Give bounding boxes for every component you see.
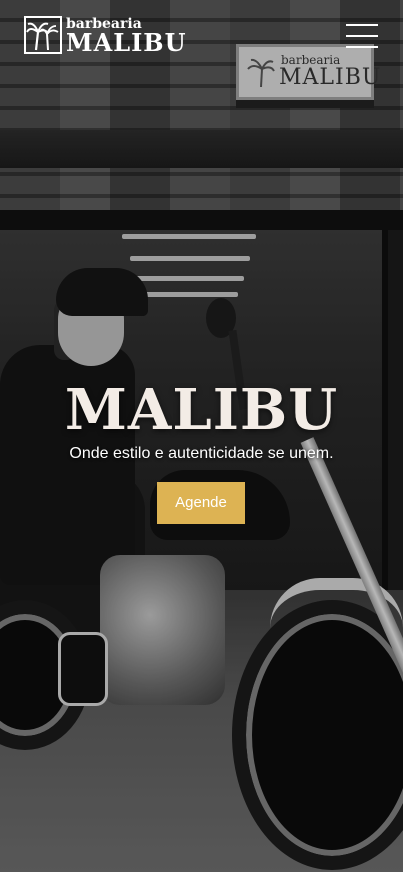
menu-line — [346, 35, 378, 37]
hero-section: barbearia MALIBU barbearia MALIBU MALIBU… — [0, 0, 403, 872]
hero-title: MALIBU — [64, 377, 339, 443]
hero-subtitle: Onde estilo e autenticidade se unem. — [69, 445, 334, 462]
menu-line — [346, 24, 378, 26]
palm-tree-logo-icon — [24, 16, 62, 54]
site-header: barbearia MALIBU — [0, 0, 403, 72]
menu-line — [346, 46, 378, 48]
hamburger-menu-icon[interactable] — [346, 24, 378, 48]
book-appointment-button[interactable]: Agende — [157, 482, 245, 524]
site-logo[interactable]: barbearia MALIBU — [24, 16, 186, 56]
logo-big-text: MALIBU — [66, 28, 187, 57]
